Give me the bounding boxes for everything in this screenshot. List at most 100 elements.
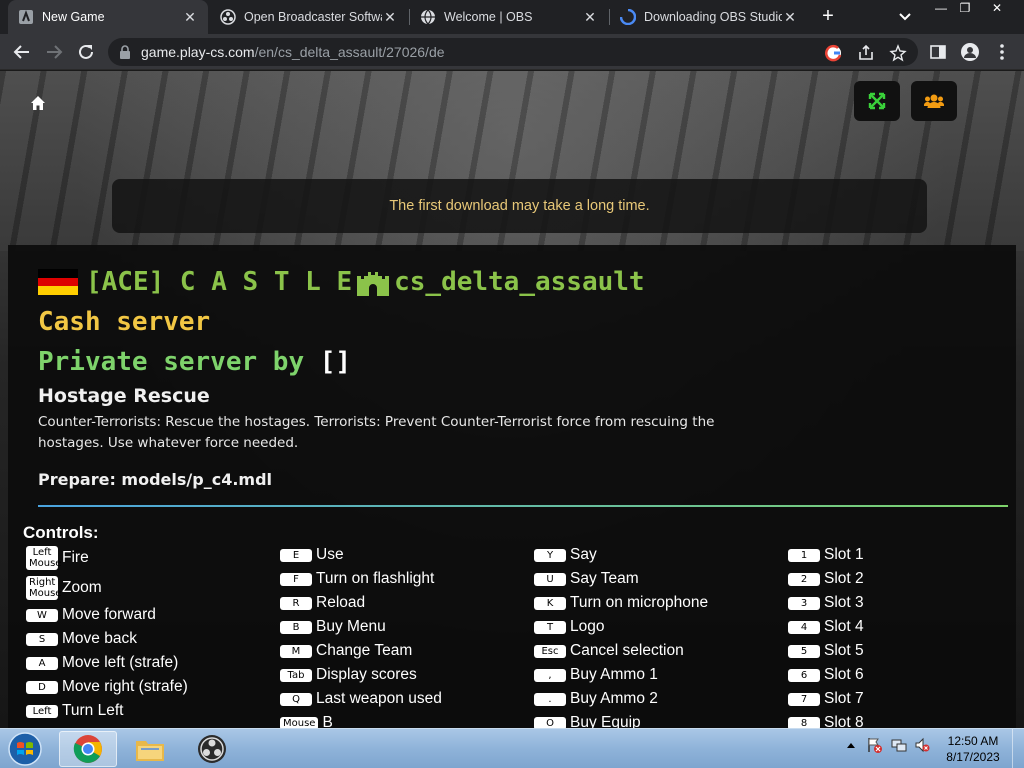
obs-loading-icon <box>620 9 636 25</box>
key-cap: M <box>280 644 312 658</box>
control-row: D Move right (strafe) <box>26 675 276 699</box>
forward-button[interactable] <box>42 40 66 64</box>
forward-arrow-icon <box>47 45 63 59</box>
restore-button[interactable]: ❐ <box>950 0 980 18</box>
show-hidden-icons-chevron-icon[interactable] <box>843 737 859 753</box>
tab-new-game[interactable]: New Game ✕ <box>8 0 208 34</box>
taskbar-explorer[interactable] <box>121 731 179 767</box>
key-cap: A <box>26 656 58 670</box>
control-row: 2 Slot 2 <box>788 567 1024 591</box>
close-tab-icon[interactable]: ✕ <box>182 9 198 26</box>
tab-title: New Game <box>42 10 105 24</box>
controls-column-3: Y Say U Say Team K Turn on microphone T Logo… <box>534 543 784 728</box>
lock-icon[interactable] <box>118 45 132 59</box>
control-action: Turn on flashlight <box>316 570 435 587</box>
address-bar[interactable]: game.play-cs.com/en/cs_delta_assault/270… <box>108 38 918 66</box>
taskbar-obs[interactable] <box>183 731 241 767</box>
profile-avatar-icon <box>961 43 979 61</box>
prepare-status: Prepare: models/p_c4.mdl <box>38 470 273 489</box>
control-action: Zoom <box>62 579 102 596</box>
taskbar-chrome[interactable] <box>59 731 117 767</box>
close-tab-icon[interactable]: ✕ <box>582 9 598 26</box>
control-row: Left Mouse Fire <box>26 543 276 573</box>
control-row: 1 Slot 1 <box>788 543 1024 567</box>
side-panel-button[interactable] <box>926 40 950 64</box>
key-cap: 8 <box>788 716 820 728</box>
control-action: Display scores <box>316 666 417 683</box>
control-action: Fire <box>62 549 89 566</box>
tab-open-broadcaster[interactable]: Open Broadcaster Software ✕ <box>210 0 408 34</box>
game-mode-title: Hostage Rescue <box>38 385 210 407</box>
clock[interactable]: 12:50 AM 8/17/2023 <box>940 733 1006 765</box>
bookmark-star-icon[interactable] <box>889 44 907 62</box>
control-row: 8 Slot 8 <box>788 711 1024 728</box>
control-row: 7 Slot 7 <box>788 687 1024 711</box>
url-host: game.play-cs.com <box>141 44 255 60</box>
players-button[interactable] <box>911 81 957 121</box>
play-cs-icon <box>18 9 34 25</box>
control-row: M Change Team <box>280 639 530 663</box>
controls-column-4: 1 Slot 1 2 Slot 2 3 Slot 3 4 Slot 4 5 Slot 5 … <box>788 543 1024 728</box>
url-text: game.play-cs.com/en/cs_delta_assault/270… <box>141 44 445 60</box>
control-row: 3 Slot 3 <box>788 591 1024 615</box>
key-cap: Left Mouse <box>26 546 61 570</box>
windows-start-icon <box>8 732 42 766</box>
start-button[interactable] <box>4 729 46 768</box>
control-row: W Move forward <box>26 603 276 627</box>
reload-button[interactable] <box>74 40 98 64</box>
download-notice: The first download may take a long time. <box>112 179 927 233</box>
control-row: S Move back <box>26 627 276 651</box>
control-action: Buy Ammo 1 <box>570 666 658 683</box>
clock-date: 8/17/2023 <box>946 750 1000 764</box>
show-desktop-button[interactable] <box>1012 729 1024 768</box>
cash-server-label: Cash server <box>38 307 211 337</box>
control-row: 5 Slot 5 <box>788 639 1024 663</box>
control-row: Tab Display scores <box>280 663 530 687</box>
control-row: Q Last weapon used <box>280 687 530 711</box>
back-button[interactable] <box>10 40 34 64</box>
taskbar: 12:50 AM 8/17/2023 <box>0 728 1024 768</box>
control-action: Move left (strafe) <box>62 654 179 671</box>
close-tab-icon[interactable]: ✕ <box>782 9 798 26</box>
profile-button[interactable] <box>958 40 982 64</box>
map-name: cs_delta_assault <box>394 267 645 297</box>
control-action: Slot 6 <box>824 666 864 683</box>
key-cap: U <box>534 572 566 586</box>
control-action: Move back <box>62 630 137 647</box>
key-cap: 5 <box>788 644 820 658</box>
key-cap: . <box>534 692 566 706</box>
control-row: B Buy Menu <box>280 615 530 639</box>
control-row: Esc Cancel selection <box>534 639 784 663</box>
network-icon[interactable] <box>891 737 907 753</box>
tab-downloading-obs[interactable]: Downloading OBS Studio ✕ <box>610 0 808 34</box>
tab-search-chevron-icon[interactable] <box>896 7 914 25</box>
new-tab-button[interactable]: + <box>816 5 840 29</box>
control-row: E Use <box>280 543 530 567</box>
tab-welcome-obs[interactable]: Welcome | OBS ✕ <box>410 0 608 34</box>
key-cap: Esc <box>534 644 566 658</box>
key-cap: Right Mouse <box>26 576 61 600</box>
browser-menu-button[interactable] <box>990 40 1014 64</box>
control-action: Slot 5 <box>824 642 864 659</box>
key-cap: Left <box>26 704 58 718</box>
google-lens-icon[interactable] <box>825 44 843 62</box>
control-action: Use <box>316 546 344 563</box>
control-action: Move forward <box>62 606 156 623</box>
close-tab-icon[interactable]: ✕ <box>382 9 398 26</box>
key-cap: Q <box>280 692 312 706</box>
private-label-text: Private server by <box>38 347 305 377</box>
fullscreen-button[interactable] <box>854 81 900 121</box>
obs-icon <box>220 9 236 25</box>
home-icon <box>31 96 45 110</box>
share-icon[interactable] <box>857 44 875 62</box>
control-action: Say Team <box>570 570 639 587</box>
action-center-flag-icon[interactable] <box>866 737 882 753</box>
close-window-button[interactable]: ✕ <box>982 0 1012 18</box>
home-button[interactable] <box>20 85 56 121</box>
control-action: Say <box>570 546 597 563</box>
control-row: A Move left (strafe) <box>26 651 276 675</box>
volume-muted-icon[interactable] <box>914 737 930 753</box>
key-cap: D <box>26 680 58 694</box>
controls-column-1: Left Mouse Fire Right Mouse Zoom W Move for… <box>26 543 276 723</box>
control-action: Cancel selection <box>570 642 684 659</box>
